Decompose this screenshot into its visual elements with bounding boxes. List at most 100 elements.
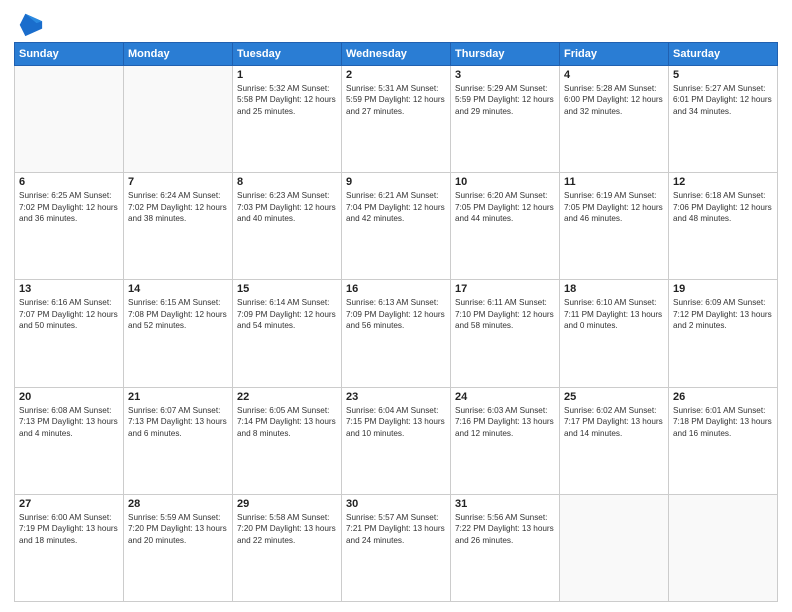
day-content: Sunrise: 6:02 AM Sunset: 7:17 PM Dayligh… — [564, 405, 664, 439]
calendar-cell: 9 Sunrise: 6:21 AM Sunset: 7:04 PM Daylig… — [342, 173, 451, 280]
day-number: 2 — [346, 69, 446, 81]
calendar-cell: 2 Sunrise: 5:31 AM Sunset: 5:59 PM Daylig… — [342, 66, 451, 173]
day-number: 1 — [237, 69, 337, 81]
calendar-cell: 3 Sunrise: 5:29 AM Sunset: 5:59 PM Daylig… — [451, 66, 560, 173]
calendar-cell: 24 Sunrise: 6:03 AM Sunset: 7:16 PM Dayli… — [451, 387, 560, 494]
day-number: 29 — [237, 498, 337, 510]
day-content: Sunrise: 6:23 AM Sunset: 7:03 PM Dayligh… — [237, 190, 337, 224]
calendar-week-row: 27Sunrise: 6:00 AM Sunset: 7:19 PM Dayli… — [15, 494, 778, 601]
calendar-cell: 5 Sunrise: 5:27 AM Sunset: 6:01 PM Daylig… — [669, 66, 778, 173]
calendar-cell: 14 Sunrise: 6:15 AM Sunset: 7:08 PM Dayli… — [124, 280, 233, 387]
day-number: 13 — [19, 283, 119, 295]
day-content: Sunrise: 6:08 AM Sunset: 7:13 PM Dayligh… — [19, 405, 119, 439]
day-header-friday: Friday — [560, 43, 669, 66]
day-content: Sunrise: 6:13 AM Sunset: 7:09 PM Dayligh… — [346, 297, 446, 331]
day-content: Sunrise: 6:03 AM Sunset: 7:16 PM Dayligh… — [455, 405, 555, 439]
calendar-cell: 8Sunrise: 6:23 AM Sunset: 7:03 PM Daylig… — [233, 173, 342, 280]
day-content: Sunrise: 6:05 AM Sunset: 7:14 PM Dayligh… — [237, 405, 337, 439]
day-content: Sunrise: 5:59 AM Sunset: 7:20 PM Dayligh… — [128, 512, 228, 546]
calendar-week-row: 1 Sunrise: 5:32 AM Sunset: 5:58 PM Daylig… — [15, 66, 778, 173]
calendar-cell: 22 Sunrise: 6:05 AM Sunset: 7:14 PM Dayli… — [233, 387, 342, 494]
day-number: 26 — [673, 391, 773, 403]
calendar-cell: 29 Sunrise: 5:58 AM Sunset: 7:20 PM Dayli… — [233, 494, 342, 601]
day-number: 12 — [673, 176, 773, 188]
calendar-cell: 10 Sunrise: 6:20 AM Sunset: 7:05 PM Dayli… — [451, 173, 560, 280]
calendar-cell: 11Sunrise: 6:19 AM Sunset: 7:05 PM Dayli… — [560, 173, 669, 280]
day-content: Sunrise: 6:19 AM Sunset: 7:05 PM Dayligh… — [564, 190, 664, 224]
day-content: Sunrise: 6:14 AM Sunset: 7:09 PM Dayligh… — [237, 297, 337, 331]
logo — [14, 14, 44, 38]
day-number: 22 — [237, 391, 337, 403]
day-number: 27 — [19, 498, 119, 510]
day-number: 4 — [564, 69, 664, 81]
day-content: Sunrise: 6:21 AM Sunset: 7:04 PM Dayligh… — [346, 190, 446, 224]
day-number: 30 — [346, 498, 446, 510]
day-content: Sunrise: 5:56 AM Sunset: 7:22 PM Dayligh… — [455, 512, 555, 546]
day-number: 18 — [564, 283, 664, 295]
day-content: Sunrise: 6:04 AM Sunset: 7:15 PM Dayligh… — [346, 405, 446, 439]
day-content: Sunrise: 6:09 AM Sunset: 7:12 PM Dayligh… — [673, 297, 773, 331]
day-number: 21 — [128, 391, 228, 403]
calendar-cell: 17Sunrise: 6:11 AM Sunset: 7:10 PM Dayli… — [451, 280, 560, 387]
day-number: 25 — [564, 391, 664, 403]
day-number: 15 — [237, 283, 337, 295]
day-number: 24 — [455, 391, 555, 403]
calendar-cell: 13 Sunrise: 6:16 AM Sunset: 7:07 PM Dayli… — [15, 280, 124, 387]
day-number: 5 — [673, 69, 773, 81]
calendar-cell — [669, 494, 778, 601]
day-number: 9 — [346, 176, 446, 188]
day-content: Sunrise: 5:58 AM Sunset: 7:20 PM Dayligh… — [237, 512, 337, 546]
calendar-cell: 30 Sunrise: 5:57 AM Sunset: 7:21 PM Dayli… — [342, 494, 451, 601]
day-header-saturday: Saturday — [669, 43, 778, 66]
day-content: Sunrise: 5:29 AM Sunset: 5:59 PM Dayligh… — [455, 83, 555, 117]
page: SundayMondayTuesdayWednesdayThursdayFrid… — [0, 0, 792, 612]
day-content: Sunrise: 6:18 AM Sunset: 7:06 PM Dayligh… — [673, 190, 773, 224]
calendar-cell: 15 Sunrise: 6:14 AM Sunset: 7:09 PM Dayli… — [233, 280, 342, 387]
day-content: Sunrise: 6:01 AM Sunset: 7:18 PM Dayligh… — [673, 405, 773, 439]
calendar-cell — [560, 494, 669, 601]
calendar-cell: 26 Sunrise: 6:01 AM Sunset: 7:18 PM Dayli… — [669, 387, 778, 494]
calendar-table: SundayMondayTuesdayWednesdayThursdayFrid… — [14, 42, 778, 602]
day-content: Sunrise: 5:57 AM Sunset: 7:21 PM Dayligh… — [346, 512, 446, 546]
calendar-header-row: SundayMondayTuesdayWednesdayThursdayFrid… — [15, 43, 778, 66]
day-number: 17 — [455, 283, 555, 295]
calendar-cell: 4Sunrise: 5:28 AM Sunset: 6:00 PM Daylig… — [560, 66, 669, 173]
day-number: 31 — [455, 498, 555, 510]
header — [14, 10, 778, 38]
day-header-monday: Monday — [124, 43, 233, 66]
day-header-wednesday: Wednesday — [342, 43, 451, 66]
day-number: 16 — [346, 283, 446, 295]
calendar-cell: 21 Sunrise: 6:07 AM Sunset: 7:13 PM Dayli… — [124, 387, 233, 494]
day-number: 3 — [455, 69, 555, 81]
day-number: 20 — [19, 391, 119, 403]
day-content: Sunrise: 5:31 AM Sunset: 5:59 PM Dayligh… — [346, 83, 446, 117]
calendar-cell: 27Sunrise: 6:00 AM Sunset: 7:19 PM Dayli… — [15, 494, 124, 601]
calendar-cell — [15, 66, 124, 173]
day-number: 10 — [455, 176, 555, 188]
day-content: Sunrise: 5:27 AM Sunset: 6:01 PM Dayligh… — [673, 83, 773, 117]
calendar-cell: 12 Sunrise: 6:18 AM Sunset: 7:06 PM Dayli… — [669, 173, 778, 280]
day-header-tuesday: Tuesday — [233, 43, 342, 66]
calendar-week-row: 20 Sunrise: 6:08 AM Sunset: 7:13 PM Dayli… — [15, 387, 778, 494]
day-header-thursday: Thursday — [451, 43, 560, 66]
day-number: 7 — [128, 176, 228, 188]
day-content: Sunrise: 6:16 AM Sunset: 7:07 PM Dayligh… — [19, 297, 119, 331]
calendar-cell: 31 Sunrise: 5:56 AM Sunset: 7:22 PM Dayli… — [451, 494, 560, 601]
calendar-cell: 6Sunrise: 6:25 AM Sunset: 7:02 PM Daylig… — [15, 173, 124, 280]
day-content: Sunrise: 6:20 AM Sunset: 7:05 PM Dayligh… — [455, 190, 555, 224]
day-number: 28 — [128, 498, 228, 510]
day-number: 23 — [346, 391, 446, 403]
day-content: Sunrise: 6:10 AM Sunset: 7:11 PM Dayligh… — [564, 297, 664, 331]
day-content: Sunrise: 6:07 AM Sunset: 7:13 PM Dayligh… — [128, 405, 228, 439]
calendar-week-row: 6Sunrise: 6:25 AM Sunset: 7:02 PM Daylig… — [15, 173, 778, 280]
calendar-cell: 18 Sunrise: 6:10 AM Sunset: 7:11 PM Dayli… — [560, 280, 669, 387]
day-number: 14 — [128, 283, 228, 295]
day-content: Sunrise: 6:15 AM Sunset: 7:08 PM Dayligh… — [128, 297, 228, 331]
calendar-cell: 16 Sunrise: 6:13 AM Sunset: 7:09 PM Dayli… — [342, 280, 451, 387]
day-number: 6 — [19, 176, 119, 188]
day-content: Sunrise: 5:32 AM Sunset: 5:58 PM Dayligh… — [237, 83, 337, 117]
calendar-cell: 20 Sunrise: 6:08 AM Sunset: 7:13 PM Dayli… — [15, 387, 124, 494]
day-content: Sunrise: 6:24 AM Sunset: 7:02 PM Dayligh… — [128, 190, 228, 224]
calendar-cell: 25 Sunrise: 6:02 AM Sunset: 7:17 PM Dayli… — [560, 387, 669, 494]
calendar-cell: 23 Sunrise: 6:04 AM Sunset: 7:15 PM Dayli… — [342, 387, 451, 494]
